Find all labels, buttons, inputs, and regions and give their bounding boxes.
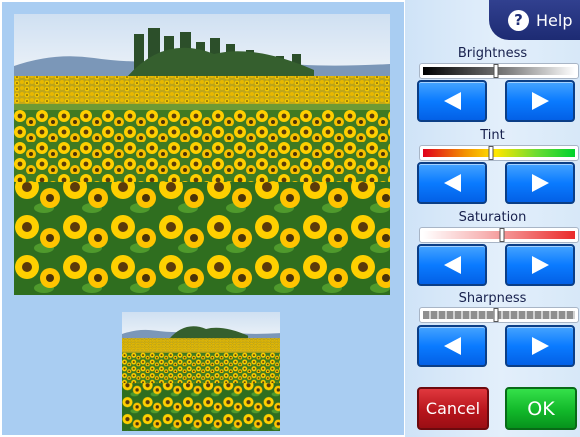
tint-increase-button[interactable] <box>505 162 575 204</box>
left-arrow-icon <box>443 174 461 192</box>
sharpness-track <box>423 308 575 322</box>
left-arrow-icon <box>443 92 461 110</box>
brightness-decrease-button[interactable] <box>417 80 487 122</box>
sharpness-slider[interactable] <box>419 307 579 323</box>
saturation-decrease-button[interactable] <box>417 244 487 286</box>
sharpness-increase-button[interactable] <box>505 325 575 367</box>
tint-decrease-button[interactable] <box>417 162 487 204</box>
saturation-label: Saturation <box>458 210 527 225</box>
thumbnail-preview-image <box>122 312 280 431</box>
sharpness-slider-thumb[interactable] <box>493 308 499 322</box>
left-arrow-icon <box>443 337 461 355</box>
right-arrow-icon <box>531 256 549 274</box>
brightness-slider-thumb[interactable] <box>493 64 499 78</box>
brightness-label: Brightness <box>457 46 528 61</box>
brightness-increase-button[interactable] <box>505 80 575 122</box>
brightness-track <box>423 64 575 78</box>
question-mark-icon: ? <box>508 9 529 31</box>
right-arrow-icon <box>531 92 549 110</box>
right-arrow-icon <box>531 337 549 355</box>
help-label: Help <box>536 10 573 30</box>
brightness-slider[interactable] <box>419 63 579 79</box>
saturation-increase-button[interactable] <box>505 244 575 286</box>
tint-label: Tint <box>480 128 505 143</box>
sharpness-decrease-button[interactable] <box>417 325 487 367</box>
tint-track <box>423 146 575 160</box>
ok-button[interactable]: OK <box>505 387 577 430</box>
right-arrow-icon <box>531 174 549 192</box>
left-arrow-icon <box>443 256 461 274</box>
saturation-track <box>423 228 575 242</box>
help-button[interactable]: ? Help <box>489 0 580 40</box>
tint-slider-thumb[interactable] <box>488 146 494 160</box>
adjustment-panel: ? Help Brightness Tint Saturation Sharpn… <box>405 0 580 437</box>
saturation-slider[interactable] <box>419 227 579 243</box>
main-preview-image <box>14 14 390 295</box>
cancel-button[interactable]: Cancel <box>417 387 489 430</box>
sharpness-label: Sharpness <box>458 291 527 306</box>
saturation-slider-thumb[interactable] <box>499 228 505 242</box>
tint-slider[interactable] <box>419 145 579 161</box>
